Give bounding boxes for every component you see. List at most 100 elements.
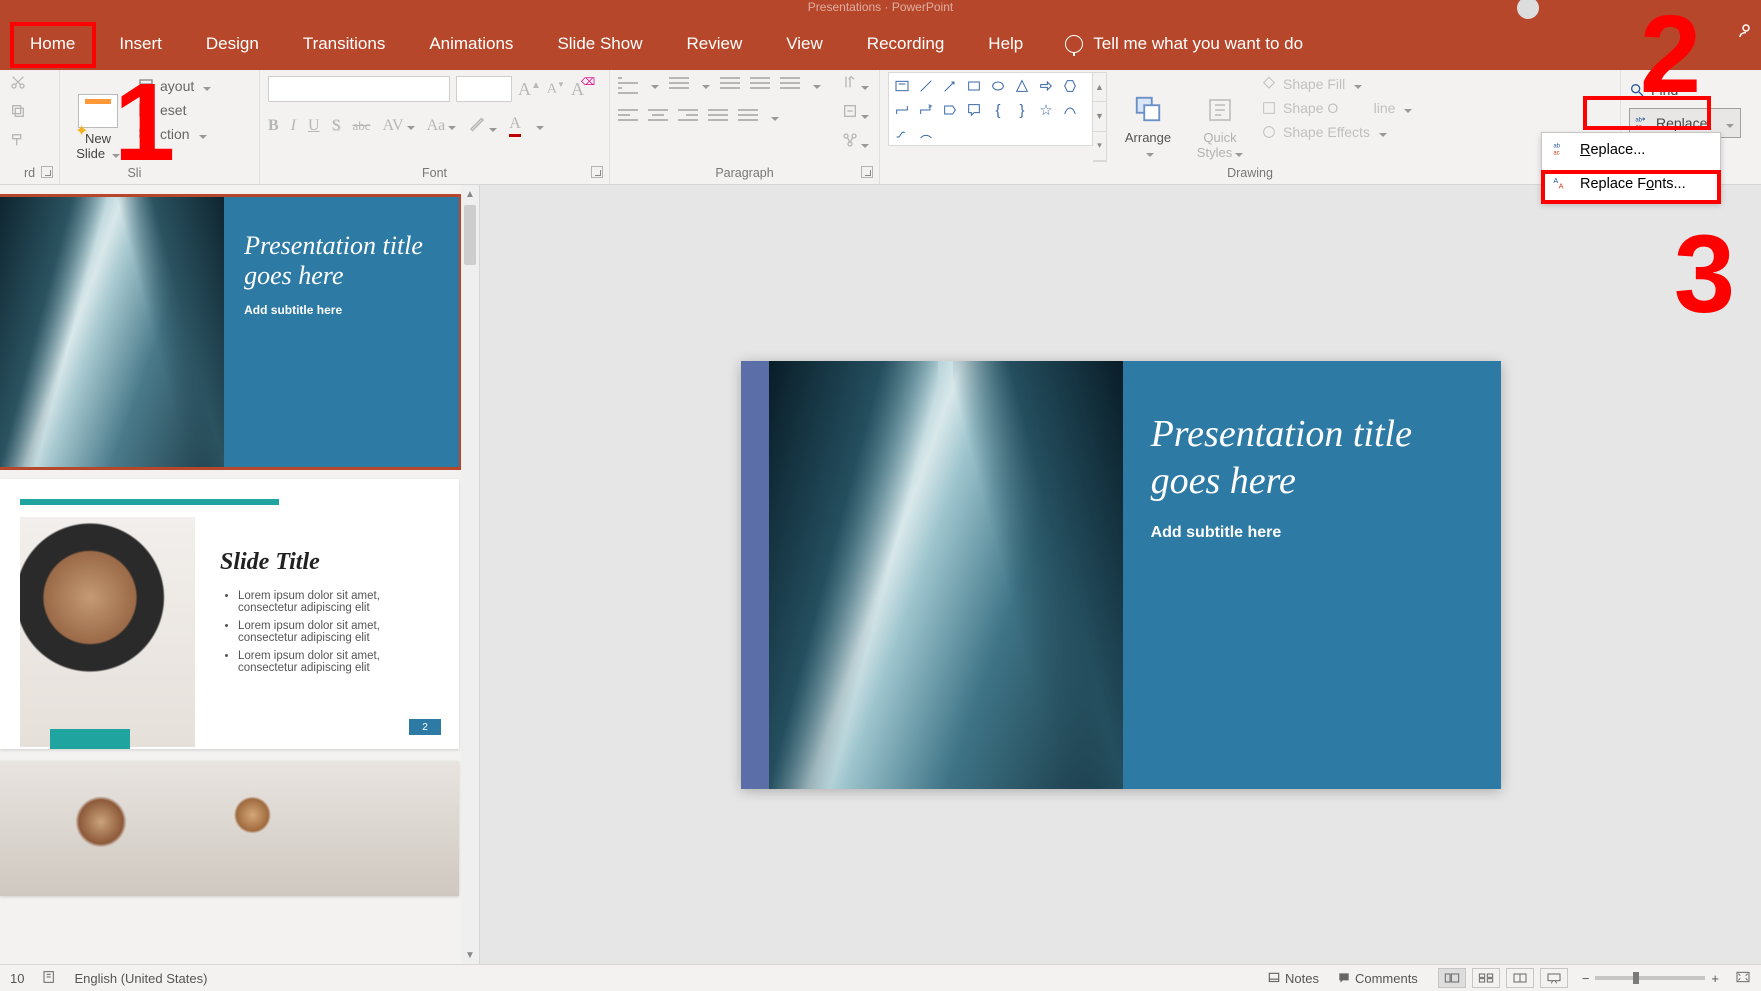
zoom-out-button[interactable]: −: [1582, 971, 1590, 986]
font-dialog-launcher[interactable]: [591, 166, 603, 178]
layout-button[interactable]: ayout: [138, 78, 211, 94]
tab-home[interactable]: Home: [8, 18, 97, 70]
numbering-button[interactable]: [669, 77, 689, 93]
format-painter-icon[interactable]: [10, 132, 51, 153]
scroll-down-icon[interactable]: ▼: [461, 946, 479, 964]
copy-icon[interactable]: [10, 103, 51, 124]
shape-arc[interactable]: [915, 123, 937, 145]
text-direction-button[interactable]: [842, 74, 869, 95]
change-case-button[interactable]: Aa: [427, 117, 457, 135]
shape-star[interactable]: ☆: [1035, 99, 1057, 121]
fit-to-window-button[interactable]: [1735, 970, 1751, 987]
shape-triangle[interactable]: [1011, 75, 1033, 97]
new-slide-button[interactable]: ✦ NewSlide: [68, 72, 128, 162]
align-right-button[interactable]: [678, 109, 698, 125]
slide-number-status[interactable]: 10: [10, 971, 24, 986]
italic-button[interactable]: I: [291, 117, 296, 135]
main-subtitle-placeholder[interactable]: Add subtitle here: [1151, 524, 1473, 542]
tab-transitions[interactable]: Transitions: [281, 18, 408, 70]
shape-callout[interactable]: [963, 99, 985, 121]
section-button[interactable]: ction: [138, 126, 211, 142]
tab-help[interactable]: Help: [966, 18, 1045, 70]
align-text-button[interactable]: [842, 103, 869, 124]
underline-button[interactable]: U: [308, 117, 320, 135]
tab-view[interactable]: View: [764, 18, 845, 70]
slide-editor-area[interactable]: Presentation title goes here Add subtitl…: [480, 185, 1761, 964]
shape-lbrace[interactable]: {: [987, 99, 1009, 121]
shape-rbrace[interactable]: }: [1011, 99, 1033, 121]
shape-hexagon[interactable]: [1059, 75, 1081, 97]
shape-textbox[interactable]: [891, 75, 913, 97]
grow-font-button[interactable]: A▲: [518, 79, 541, 100]
reading-view-button[interactable]: [1506, 968, 1534, 988]
font-family-combo[interactable]: [268, 76, 450, 102]
shape-fill-button[interactable]: Shape Fill: [1261, 76, 1412, 92]
current-slide[interactable]: Presentation title goes here Add subtitl…: [741, 361, 1501, 789]
shape-oval[interactable]: [987, 75, 1009, 97]
shape-curve[interactable]: [1059, 99, 1081, 121]
zoom-in-button[interactable]: +: [1711, 971, 1719, 986]
shape-connector[interactable]: [891, 99, 913, 121]
arrange-button[interactable]: Arrange: [1117, 72, 1179, 162]
paragraph-dialog-launcher[interactable]: [861, 166, 873, 178]
clear-formatting-button[interactable]: A⌫: [571, 79, 584, 100]
cut-icon[interactable]: [10, 74, 51, 95]
font-color-button[interactable]: A: [509, 115, 521, 137]
reset-button[interactable]: eset: [138, 102, 211, 118]
tab-review[interactable]: Review: [665, 18, 765, 70]
shapes-gallery[interactable]: { } ☆: [888, 72, 1093, 146]
tell-me-search[interactable]: Tell me what you want to do: [1065, 34, 1303, 54]
gallery-more-icon[interactable]: ▾: [1093, 132, 1106, 161]
shadow-button[interactable]: S: [332, 117, 341, 135]
align-left-button[interactable]: [618, 109, 638, 125]
bold-button[interactable]: B: [268, 117, 279, 135]
gallery-down-icon[interactable]: ▼: [1093, 102, 1106, 131]
shape-arrow-line[interactable]: [939, 75, 961, 97]
char-spacing-button[interactable]: AV: [383, 117, 415, 135]
scroll-thumb[interactable]: [464, 205, 476, 265]
columns-button[interactable]: [738, 109, 758, 125]
thumbnail-slide-1[interactable]: Presentation title goes here Add subtitl…: [0, 197, 459, 467]
thumbnail-scrollbar[interactable]: ▲ ▼: [461, 185, 479, 964]
quick-styles-button[interactable]: QuickStyles: [1189, 72, 1251, 162]
smartart-button[interactable]: [842, 132, 869, 153]
notes-button[interactable]: Notes: [1267, 971, 1319, 986]
gallery-up-icon[interactable]: ▲: [1093, 73, 1106, 102]
shape-rarrow[interactable]: [1035, 75, 1057, 97]
font-size-combo[interactable]: [456, 76, 512, 102]
shape-freeform[interactable]: [891, 123, 913, 145]
find-button[interactable]: Find: [1629, 76, 1753, 104]
increase-indent-button[interactable]: [750, 77, 770, 93]
tab-animations[interactable]: Animations: [407, 18, 535, 70]
slide-thumbnail-panel[interactable]: Presentation title goes here Add subtitl…: [0, 185, 480, 964]
justify-button[interactable]: [708, 109, 728, 125]
menu-replace-fonts[interactable]: AA Replace Fonts...: [1542, 167, 1720, 201]
shape-outline-button[interactable]: Shape O line: [1261, 100, 1412, 116]
shape-arrow-connector[interactable]: [915, 99, 937, 121]
scroll-up-icon[interactable]: ▲: [461, 185, 479, 203]
tab-design[interactable]: Design: [184, 18, 281, 70]
spellcheck-icon[interactable]: [42, 969, 58, 988]
slidesorter-view-button[interactable]: [1472, 968, 1500, 988]
account-avatar[interactable]: [1517, 0, 1539, 19]
shape-line[interactable]: [915, 75, 937, 97]
tab-recording[interactable]: Recording: [845, 18, 967, 70]
language-status[interactable]: English (United States): [74, 971, 207, 986]
strike-button[interactable]: abc: [352, 118, 370, 134]
shape-pentagon[interactable]: [939, 99, 961, 121]
comments-button[interactable]: Comments: [1337, 971, 1418, 986]
shrink-font-button[interactable]: A▼: [547, 80, 565, 98]
highlight-button[interactable]: [468, 114, 497, 137]
align-center-button[interactable]: [648, 109, 668, 125]
normal-view-button[interactable]: [1438, 968, 1466, 988]
tab-insert[interactable]: Insert: [97, 18, 184, 70]
main-title-placeholder[interactable]: Presentation title goes here: [1151, 411, 1473, 506]
share-icon[interactable]: [1737, 22, 1755, 45]
line-spacing-button[interactable]: [780, 77, 800, 93]
slideshow-view-button[interactable]: [1540, 968, 1568, 988]
shape-rect[interactable]: [963, 75, 985, 97]
shapes-gallery-scroll[interactable]: ▲ ▼ ▾: [1093, 72, 1107, 162]
thumbnail-slide-2[interactable]: Slide Title Lorem ipsum dolor sit amet, …: [0, 479, 459, 749]
decrease-indent-button[interactable]: [720, 77, 740, 93]
shape-effects-button[interactable]: Shape Effects: [1261, 124, 1412, 140]
